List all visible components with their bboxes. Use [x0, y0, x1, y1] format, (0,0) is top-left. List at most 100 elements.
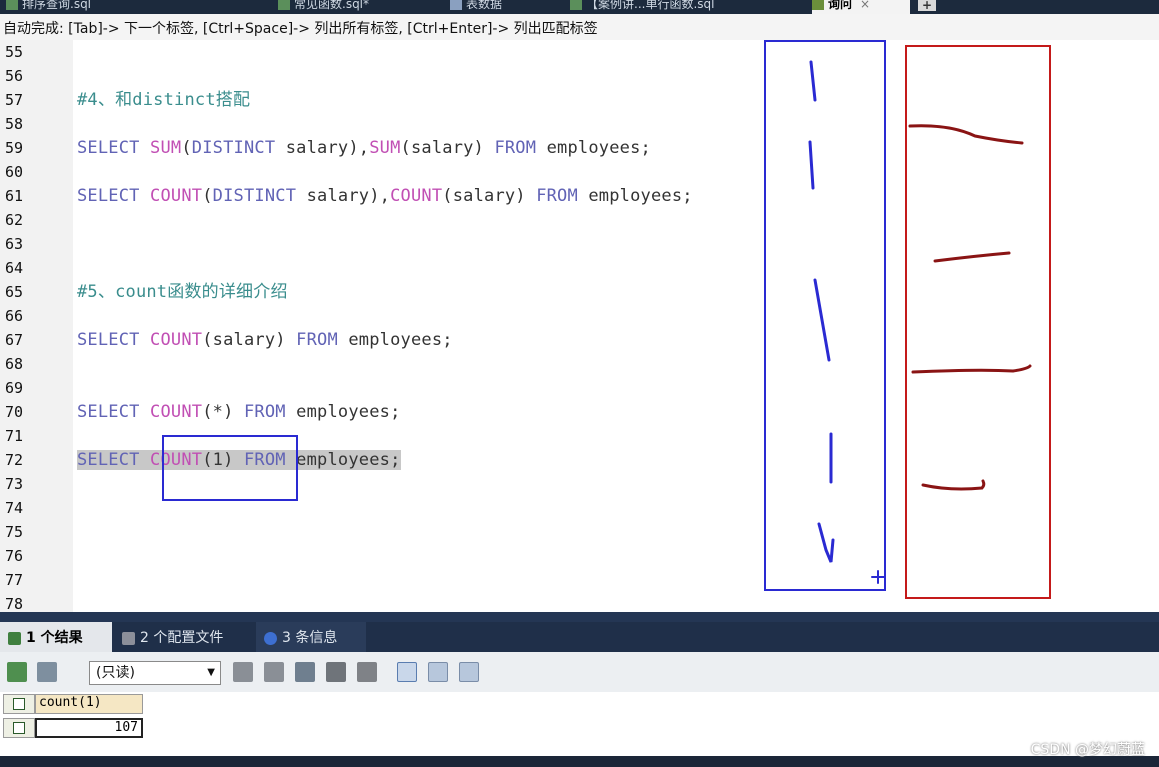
table-cell[interactable]: 107 — [35, 718, 143, 738]
line-number: 77 — [5, 571, 24, 589]
mode-select-value: (只读) — [96, 665, 135, 681]
keyword: SELECT — [77, 138, 140, 158]
line-number: 71 — [5, 427, 24, 445]
code-comment-distinct: #4、和distinct搭配 — [77, 90, 251, 110]
tab-label: 【案例讲...单行函数.sql — [586, 0, 715, 11]
checkbox-icon — [13, 722, 25, 734]
text-view-icon[interactable] — [459, 662, 479, 682]
keyword: FROM — [243, 402, 286, 422]
code-text: salary), — [296, 186, 391, 206]
tab-query[interactable]: 询问 × — [812, 0, 910, 14]
keyword: SELECT — [77, 186, 140, 206]
cancel-icon[interactable] — [357, 662, 377, 682]
keyword: FROM — [296, 330, 338, 350]
code-text: salary), — [275, 138, 370, 158]
tab-label: 1 个结果 — [26, 630, 83, 646]
watermark: CSDN @梦幻蔚蓝 — [1030, 742, 1145, 758]
duplicate-row-icon[interactable] — [264, 662, 284, 682]
line-number: 66 — [5, 307, 24, 325]
editor-tab-bar: 排序查询.sql 常见函数.sql* 表数据 【案例讲...单行函数.sql 询… — [0, 0, 1159, 14]
tab-label: 2 个配置文件 — [140, 630, 224, 646]
code-text: (salary) — [442, 186, 537, 206]
select-all-cell[interactable] — [3, 694, 35, 714]
new-tab-button[interactable]: + — [918, 0, 936, 11]
column-header[interactable]: count(1) — [35, 694, 143, 714]
code-line-61: SELECT COUNT(DISTINCT salary),COUNT(sala… — [77, 184, 693, 208]
line-number: 63 — [5, 235, 24, 253]
line-number: 56 — [5, 67, 24, 85]
code-text: (*) — [202, 402, 244, 422]
keyword: DISTINCT — [191, 138, 276, 158]
line-number: 62 — [5, 211, 24, 229]
annotation-red-rectangle — [905, 45, 1051, 599]
tab-sort-query[interactable]: 排序查询.sql — [6, 0, 116, 14]
line-number: 72 — [5, 451, 24, 469]
function-name: SUM — [369, 138, 401, 158]
keyword: FROM — [494, 138, 537, 158]
keyword: SELECT — [77, 402, 140, 422]
keyword: SELECT — [77, 450, 140, 470]
function-name: COUNT — [390, 186, 443, 206]
line-number: 75 — [5, 523, 24, 541]
line-number: 65 — [5, 283, 24, 301]
tab-results[interactable]: 1 个结果 — [0, 622, 112, 652]
tab-label: 询问 — [828, 0, 853, 11]
tab-messages[interactable]: 3 条信息 — [256, 622, 366, 652]
code-line-70: SELECT COUNT(*) FROM employees; — [77, 400, 401, 424]
tab-case-single-row-functions[interactable]: 【案例讲...单行函数.sql — [570, 0, 800, 14]
panel-splitter[interactable] — [0, 612, 1159, 622]
code-text: employees; — [285, 402, 401, 422]
code-line-67: SELECT COUNT(salary) FROM employees; — [77, 328, 453, 352]
code-text: ( — [202, 186, 213, 206]
tab-table-data[interactable]: 表数据 — [450, 0, 550, 14]
annotation-blue-rectangle — [764, 40, 886, 591]
tab-common-functions[interactable]: 常见函数.sql* — [278, 0, 428, 14]
close-icon[interactable]: × — [860, 0, 870, 11]
delete-icon[interactable] — [326, 662, 346, 682]
tab-profiles[interactable]: 2 个配置文件 — [114, 622, 252, 652]
query-icon — [812, 0, 824, 10]
code-text: (salary) — [400, 138, 495, 158]
line-number: 58 — [5, 115, 24, 133]
table-icon — [450, 0, 462, 10]
function-name: SUM — [150, 138, 182, 158]
line-number: 78 — [5, 595, 24, 612]
tab-label: 表数据 — [466, 0, 503, 11]
code-text: employees; — [285, 450, 401, 470]
code-text: employees; — [337, 330, 453, 350]
line-number: 70 — [5, 403, 24, 421]
line-number: 55 — [5, 43, 24, 61]
line-number: 64 — [5, 259, 24, 277]
save-icon[interactable] — [295, 662, 315, 682]
copy-dropdown-icon[interactable] — [37, 662, 57, 682]
row-selector[interactable] — [3, 718, 35, 738]
form-view-icon[interactable] — [428, 662, 448, 682]
function-name: COUNT — [150, 330, 203, 350]
sql-file-icon — [6, 0, 18, 10]
mode-select[interactable]: (只读) ▼ — [89, 661, 221, 685]
function-name: COUNT — [150, 186, 203, 206]
tab-label: 3 条信息 — [282, 630, 338, 646]
sql-file-icon — [278, 0, 290, 10]
line-number: 67 — [5, 331, 24, 349]
profile-icon — [122, 631, 135, 645]
export-grid-icon[interactable] — [7, 662, 27, 682]
line-number-gutter: 55 56 57 58 59 60 61 62 63 64 65 66 67 6… — [0, 40, 73, 612]
line-number: 74 — [5, 499, 24, 517]
grid-view-icon[interactable] — [397, 662, 417, 682]
keyword: SELECT — [77, 330, 140, 350]
code-text: employees; — [577, 186, 693, 206]
sql-file-icon — [570, 0, 582, 10]
keyword: FROM — [536, 186, 578, 206]
line-number: 61 — [5, 187, 24, 205]
insert-row-icon[interactable] — [233, 662, 253, 682]
line-number: 68 — [5, 355, 24, 373]
line-number: 69 — [5, 379, 24, 397]
tab-label: 排序查询.sql — [22, 0, 92, 11]
code-text: ( — [181, 138, 192, 158]
result-table-icon — [8, 631, 21, 645]
code-line-59: SELECT SUM(DISTINCT salary),SUM(salary) … — [77, 136, 651, 160]
autocomplete-hint: 自动完成: [Tab]-> 下一个标签, [Ctrl+Space]-> 列出所有… — [0, 14, 1159, 40]
chevron-down-icon: ▼ — [207, 667, 215, 678]
code-text: (salary) — [202, 330, 297, 350]
